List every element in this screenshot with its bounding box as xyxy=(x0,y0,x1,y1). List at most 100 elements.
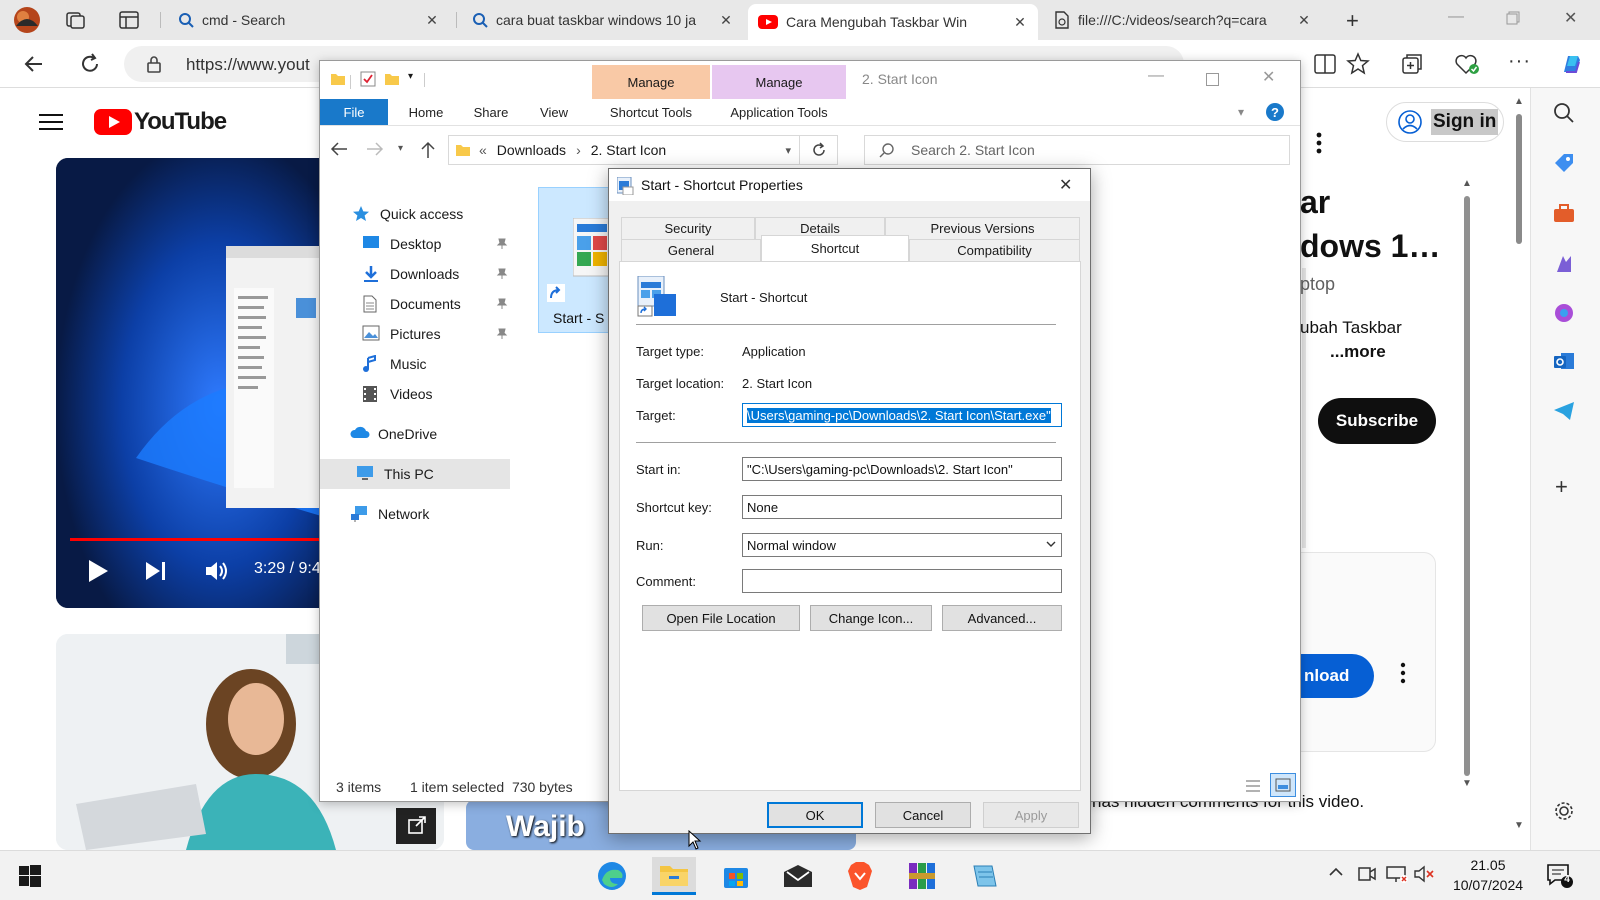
nav-documents[interactable]: Documents xyxy=(320,289,510,319)
target-input[interactable]: \Users\gaming-pc\Downloads\2. Start Icon… xyxy=(742,403,1062,427)
forward-icon[interactable] xyxy=(366,141,384,157)
breadcrumb-downloads[interactable]: Downloads xyxy=(497,142,566,158)
pin-icon[interactable] xyxy=(496,298,508,310)
close-icon[interactable]: ✕ xyxy=(1262,67,1275,87)
ribbon-tab-home[interactable]: Home xyxy=(394,99,458,125)
file-item-start-shortcut[interactable]: Start - S xyxy=(538,187,618,333)
mail-icon[interactable] xyxy=(776,857,820,895)
recent-locations-icon[interactable]: ▾ xyxy=(398,143,403,154)
nav-onedrive[interactable]: OneDrive xyxy=(320,419,510,449)
clock-date[interactable]: 10/07/2024 xyxy=(1444,877,1532,893)
meet-now-icon[interactable] xyxy=(1358,865,1376,883)
new-tab-icon[interactable]: + xyxy=(1346,8,1359,34)
video-player[interactable]: 3:29 / 9:4 xyxy=(56,158,328,608)
file-explorer-taskbar-icon[interactable] xyxy=(652,857,696,895)
settings-icon[interactable] xyxy=(1553,800,1575,822)
browser-tab-taskbar-search[interactable]: cara buat taskbar windows 10 ja ✕ xyxy=(462,4,744,36)
breadcrumb-start-icon[interactable]: 2. Start Icon xyxy=(591,142,666,158)
close-tab-icon[interactable]: ✕ xyxy=(1012,14,1028,31)
next-icon[interactable] xyxy=(144,560,168,582)
brave-browser-icon[interactable] xyxy=(838,857,882,895)
browser-essentials-icon[interactable] xyxy=(1454,52,1480,76)
apply-button[interactable]: Apply xyxy=(983,802,1079,828)
close-icon[interactable]: ✕ xyxy=(1059,175,1072,195)
ribbon-tab-view[interactable]: View xyxy=(526,99,582,125)
ribbon-tab-shortcut-tools[interactable]: Shortcut Tools xyxy=(592,99,710,125)
pin-icon[interactable] xyxy=(496,328,508,340)
address-dropdown-icon[interactable]: ▾ xyxy=(785,144,791,157)
explorer-search-box[interactable]: Search 2. Start Icon xyxy=(864,135,1290,165)
advanced-button[interactable]: Advanced... xyxy=(942,605,1062,631)
progress-track[interactable] xyxy=(70,538,328,541)
subscribe-button[interactable]: Subscribe xyxy=(1318,398,1436,444)
add-icon[interactable]: + xyxy=(1555,474,1568,500)
nav-this-pc[interactable]: This PC xyxy=(320,459,510,489)
nav-music[interactable]: Music xyxy=(320,349,510,379)
open-file-location-button[interactable]: Open File Location xyxy=(642,605,800,631)
run-select[interactable]: Normal window xyxy=(742,533,1062,557)
show-more-link[interactable]: ...more xyxy=(1330,342,1386,362)
outlook-icon[interactable] xyxy=(1553,350,1575,372)
tag-icon[interactable] xyxy=(1553,152,1575,174)
browser-tab-file[interactable]: file:///C:/videos/search?q=cara ✕ xyxy=(1044,4,1322,36)
ok-button[interactable]: OK xyxy=(767,802,863,828)
office-icon[interactable] xyxy=(1553,302,1575,324)
kebab-menu-icon[interactable] xyxy=(1316,132,1322,154)
maximize-icon[interactable] xyxy=(1206,73,1219,86)
split-screen-icon[interactable] xyxy=(1314,54,1336,74)
help-icon[interactable]: ? xyxy=(1266,103,1284,121)
inner-scrollbar[interactable]: ▲ ▼ xyxy=(1462,178,1472,789)
windows-start-icon[interactable] xyxy=(8,857,52,895)
tab-actions-icon[interactable] xyxy=(118,10,140,30)
url-text[interactable]: https://www.yout xyxy=(186,55,310,75)
large-icons-view-icon[interactable] xyxy=(1270,773,1296,797)
tab-previous-versions[interactable]: Previous Versions xyxy=(885,217,1080,239)
restore-icon[interactable] xyxy=(1506,11,1520,25)
menu-icon[interactable] xyxy=(38,112,64,132)
external-link-icon[interactable] xyxy=(408,816,426,834)
shortcut-name[interactable]: Start - Shortcut xyxy=(720,290,807,305)
ribbon-tab-file[interactable]: File xyxy=(320,99,388,125)
close-window-icon[interactable]: ✕ xyxy=(1564,8,1577,28)
lock-icon[interactable] xyxy=(146,55,162,73)
change-icon-button[interactable]: Change Icon... xyxy=(810,605,932,631)
tab-general[interactable]: General xyxy=(621,239,761,261)
refresh-icon[interactable] xyxy=(78,52,102,76)
nav-videos[interactable]: Videos xyxy=(320,379,510,409)
browser-tab-youtube[interactable]: Cara Mengubah Taskbar Win ✕ xyxy=(748,4,1038,40)
close-tab-icon[interactable]: ✕ xyxy=(1296,12,1312,29)
tab-compatibility[interactable]: Compatibility xyxy=(909,239,1080,261)
ribbon-tab-share[interactable]: Share xyxy=(460,99,522,125)
start-in-input[interactable]: "C:\Users\gaming-pc\Downloads\2. Start I… xyxy=(742,457,1062,481)
workspaces-icon[interactable] xyxy=(64,10,86,30)
play-icon[interactable] xyxy=(86,558,110,584)
kebab-menu-icon[interactable] xyxy=(1400,662,1406,684)
clock-time[interactable]: 21.05 xyxy=(1448,857,1528,873)
minimize-icon[interactable]: — xyxy=(1448,8,1464,26)
telegram-icon[interactable] xyxy=(1553,400,1575,422)
volume-muted-icon[interactable] xyxy=(1414,865,1436,883)
up-icon[interactable] xyxy=(420,141,436,159)
search-icon[interactable] xyxy=(1553,102,1575,124)
explorer-address-bar[interactable]: « Downloads › 2. Start Icon ▾ xyxy=(448,135,800,165)
manage-shortcut-context-tab[interactable]: Manage xyxy=(592,65,710,99)
notepad-icon[interactable] xyxy=(962,857,1006,895)
back-icon[interactable] xyxy=(330,141,348,157)
nav-network[interactable]: Network xyxy=(320,499,510,529)
nav-downloads[interactable]: Downloads xyxy=(320,259,510,289)
more-menu-icon[interactable]: ··· xyxy=(1508,50,1531,73)
pin-icon[interactable] xyxy=(496,238,508,250)
pin-icon[interactable] xyxy=(496,268,508,280)
properties-icon[interactable] xyxy=(360,71,376,87)
volume-icon[interactable] xyxy=(204,558,230,584)
comment-input[interactable] xyxy=(742,569,1062,593)
nav-desktop[interactable]: Desktop xyxy=(320,229,510,259)
microsoft-store-icon[interactable] xyxy=(714,857,758,895)
toolbox-icon[interactable] xyxy=(1553,202,1575,224)
back-icon[interactable] xyxy=(22,52,46,76)
page-scrollbar[interactable]: ▲ ▼ xyxy=(1514,96,1524,836)
nav-quick-access[interactable]: Quick access xyxy=(320,199,510,229)
profile-avatar[interactable] xyxy=(12,6,42,34)
tab-security[interactable]: Security xyxy=(621,217,755,239)
shortcut-key-input[interactable]: None xyxy=(742,495,1062,519)
